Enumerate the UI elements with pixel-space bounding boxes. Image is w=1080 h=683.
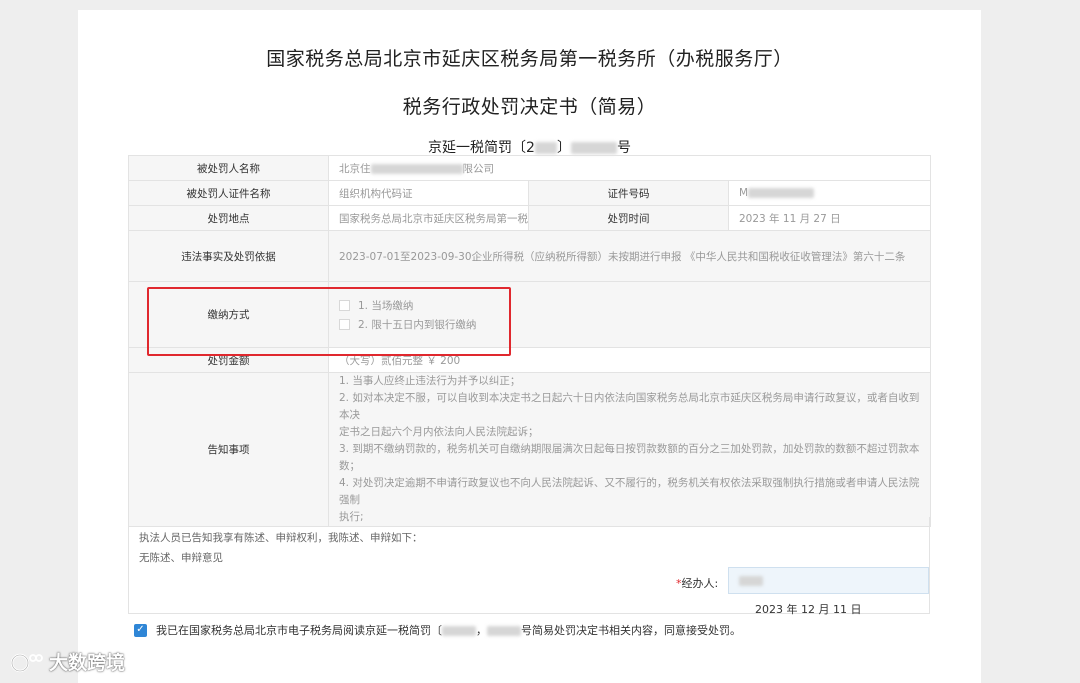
cert-no-value: M [727,180,932,206]
row-cert: 被处罚人证件名称 组织机构代码证 证件号码 M [128,180,932,206]
statement-opinion: 无陈述、申辩意见 [139,552,223,564]
notice-line: 4. 对处罚决定逾期不申请行政复议也不向人民法院起诉、又不履行的，税务机关有权依… [339,477,920,506]
notice-line: 1. 当事人应终止违法行为并予以纠正； [339,375,521,387]
payment-method-options: 1. 当场缴纳 2. 限十五日内到银行缴纳 [327,281,932,348]
row-violation: 违法事实及处罚依据 2023-07-01至2023-09-30企业所得税（应纳税… [128,230,932,282]
violation-label: 违法事实及处罚依据 [128,230,329,282]
place-label: 处罚地点 [128,205,329,231]
cert-no-label: 证件号码 [528,180,729,206]
document-number: 京延一税简罚〔2 〕号 [428,140,631,156]
document-page: 国家税务总局北京市延庆区税务局第一税务所（办税服务厅） 税务行政处罚决定书（简易… [78,10,981,683]
place-value: 国家税务总局北京市延庆区税务局第一税务 [328,205,529,231]
notice-line: 3. 到期不缴纳罚款的，税务机关可自缴纳期限届满次日起每日按罚款数额的百分之三加… [339,443,920,472]
notice-line: 定书之日起六个月内依法向人民法院起诉； [339,426,539,438]
statement-section: 执法人员已告知我享有陈述、申辩权利，我陈述、申辩如下： 无陈述、申辩意见 *经办… [128,517,930,616]
statement-text: 执法人员已告知我享有陈述、申辩权利，我陈述、申辩如下： [139,532,423,544]
penalty-form-table: 被处罚人名称 北京住 限公司 被处罚人证件名称 组织机构代码证 证件号码 M 处罚… [128,155,932,527]
name-value: 北京住 限公司 [327,155,932,181]
office-title: 国家税务总局北京市延庆区税务局第一税务所（办税服务厅） [266,48,793,70]
amount-value: （大写）贰佰元整 ￥ 200 [327,347,932,373]
agreement-checkbox[interactable]: ✓ [134,623,147,637]
time-value: 2023 年 11 月 27 日 [727,205,932,231]
name-label: 被处罚人名称 [128,155,329,181]
notice-line: 2. 如对本决定不服，可以自收到本决定书之日起六十日内依法向国家税务总局北京市延… [339,392,920,421]
row-name: 被处罚人名称 北京住 限公司 [128,155,932,181]
violation-value: 2023-07-01至2023-09-30企业所得税（应纳税所得额）未按期进行申… [327,230,932,282]
agreement-row[interactable]: ✓ 我已在国家税务总局北京市电子税务局阅读京延一税简罚〔，号简易处罚决定书相关内… [134,622,741,638]
amount-label: 处罚金额 [128,347,329,373]
payment-method-label: 缴纳方式 [128,281,329,348]
row-notice: 告知事项 1. 当事人应终止违法行为并予以纠正； 2. 如对本决定不服，可以自收… [128,372,932,527]
row-amount: 处罚金额 （大写）贰佰元整 ￥ 200 [128,347,932,373]
watermark-logo-icon [10,653,43,672]
payment-option-bank[interactable]: 2. 限十五日内到银行缴纳 [339,315,920,334]
statement-date: 2023 年 12 月 11 日 [755,603,862,616]
handler-input[interactable] [728,567,929,594]
watermark: 大数跨境 [9,648,125,675]
payment-option-onsite[interactable]: 1. 当场缴纳 [339,296,920,315]
cert-name-value: 组织机构代码证 [328,180,529,206]
row-place-time: 处罚地点 国家税务总局北京市延庆区税务局第一税务 处罚时间 2023 年 11 … [128,205,932,231]
notice-label: 告知事项 [128,372,329,527]
document-title: 税务行政处罚决定书（简易） [402,96,657,118]
onsite-checkbox[interactable] [339,299,350,311]
bank-checkbox[interactable] [339,318,350,330]
agreement-text: 我已在国家税务总局北京市电子税务局阅读京延一税简罚〔，号简易处罚决定书相关内容，… [156,624,741,637]
cert-name-label: 被处罚人证件名称 [128,180,329,206]
handler-label: *经办人: [676,577,719,590]
row-payment: 缴纳方式 1. 当场缴纳 2. 限十五日内到银行缴纳 [128,281,932,348]
time-label: 处罚时间 [528,205,729,231]
notice-content: 1. 当事人应终止违法行为并予以纠正； 2. 如对本决定不服，可以自收到本决定书… [327,372,932,527]
